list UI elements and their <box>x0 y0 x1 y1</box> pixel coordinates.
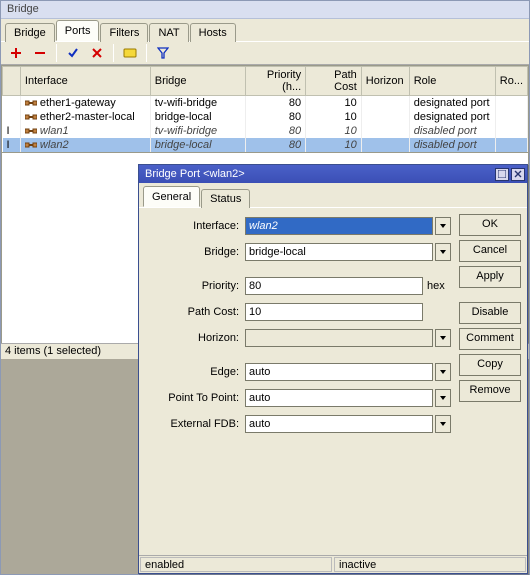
remove-icon[interactable] <box>29 43 51 63</box>
label-edge: Edge: <box>145 366 245 378</box>
dialog-titlebar[interactable]: Bridge Port <wlan2> <box>139 165 527 183</box>
label-priority: Priority: <box>145 280 245 292</box>
priority-field[interactable]: 80 <box>245 277 423 295</box>
ports-table[interactable]: Interface Bridge Priority (h... Path Cos… <box>1 65 529 153</box>
comment-button[interactable]: Comment <box>459 328 521 350</box>
extfdb-dropdown[interactable] <box>435 415 451 433</box>
col-pathcost[interactable]: Path Cost <box>306 67 362 96</box>
bridge-field[interactable]: bridge-local <box>245 243 433 261</box>
label-pathcost: Path Cost: <box>145 306 245 318</box>
extfdb-field[interactable]: auto <box>245 415 433 433</box>
port-icon <box>25 127 37 135</box>
status-cell-enabled: enabled <box>140 557 332 572</box>
ptp-dropdown[interactable] <box>435 389 451 407</box>
table-row[interactable]: Iwlan2bridge-local8010disabled port <box>3 138 528 152</box>
port-icon <box>25 141 37 149</box>
dialog-title: Bridge Port <wlan2> <box>145 168 245 180</box>
col-role[interactable]: Role <box>409 67 495 96</box>
edge-field[interactable]: auto <box>245 363 433 381</box>
dlg-tab-general[interactable]: General <box>143 186 200 207</box>
tab-ports[interactable]: Ports <box>56 20 100 41</box>
apply-button[interactable]: Apply <box>459 266 521 288</box>
dialog-buttons: OK Cancel Apply Disable Comment Copy Rem… <box>457 208 527 555</box>
ok-button[interactable]: OK <box>459 214 521 236</box>
tab-bridge[interactable]: Bridge <box>5 23 55 42</box>
label-horizon: Horizon: <box>145 332 245 344</box>
col-interface[interactable]: Interface <box>20 67 150 96</box>
disable-button[interactable]: Disable <box>459 302 521 324</box>
col-flag[interactable] <box>3 67 21 96</box>
horizon-dropdown[interactable] <box>435 329 451 347</box>
disable-icon[interactable] <box>86 43 108 63</box>
tab-filters[interactable]: Filters <box>100 23 148 42</box>
comment-icon[interactable] <box>119 43 141 63</box>
main-tabs: Bridge Ports Filters NAT Hosts <box>1 19 529 41</box>
label-bridge: Bridge: <box>145 246 245 258</box>
col-extra[interactable]: Ro... <box>495 67 527 96</box>
separator <box>146 44 147 62</box>
label-extfdb: External FDB: <box>145 418 245 430</box>
toolbar <box>1 41 529 65</box>
restore-icon[interactable] <box>495 168 509 181</box>
enable-icon[interactable] <box>62 43 84 63</box>
label-interface: Interface: <box>145 220 245 232</box>
port-icon <box>25 99 37 107</box>
table-row[interactable]: Iwlan1tv-wifi-bridge8010disabled port <box>3 124 528 138</box>
pathcost-field[interactable]: 10 <box>245 303 423 321</box>
bridge-dropdown[interactable] <box>435 243 451 261</box>
label-ptp: Point To Point: <box>145 392 245 404</box>
col-bridge[interactable]: Bridge <box>150 67 246 96</box>
separator <box>113 44 114 62</box>
close-icon[interactable] <box>511 168 525 181</box>
col-horizon[interactable]: Horizon <box>361 67 409 96</box>
status-cell-inactive: inactive <box>334 557 526 572</box>
bridge-port-dialog: Bridge Port <wlan2> General Status Inter… <box>138 164 528 574</box>
col-priority[interactable]: Priority (h... <box>246 67 306 96</box>
dialog-form: Interface: wlan2 Bridge: bridge-local Pr… <box>139 208 457 555</box>
table-row[interactable]: ether1-gatewaytv-wifi-bridge8010designat… <box>3 96 528 111</box>
add-icon[interactable] <box>5 43 27 63</box>
edge-dropdown[interactable] <box>435 363 451 381</box>
ptp-field[interactable]: auto <box>245 389 433 407</box>
horizon-field[interactable] <box>245 329 433 347</box>
dialog-status: enabled inactive <box>139 555 527 573</box>
priority-unit: hex <box>427 280 451 292</box>
dialog-tabs: General Status <box>139 183 527 207</box>
table-row[interactable]: ether2-master-localbridge-local8010desig… <box>3 110 528 124</box>
tab-hosts[interactable]: Hosts <box>190 23 236 42</box>
filter-icon[interactable] <box>152 43 174 63</box>
dlg-tab-status[interactable]: Status <box>201 189 250 208</box>
separator <box>56 44 57 62</box>
window-title: Bridge <box>1 1 529 19</box>
tab-nat[interactable]: NAT <box>149 23 188 42</box>
remove-button[interactable]: Remove <box>459 380 521 402</box>
cancel-button[interactable]: Cancel <box>459 240 521 262</box>
port-icon <box>25 113 37 121</box>
interface-dropdown[interactable] <box>435 217 451 235</box>
interface-field[interactable]: wlan2 <box>245 217 433 235</box>
copy-button[interactable]: Copy <box>459 354 521 376</box>
table-header-row: Interface Bridge Priority (h... Path Cos… <box>3 67 528 96</box>
